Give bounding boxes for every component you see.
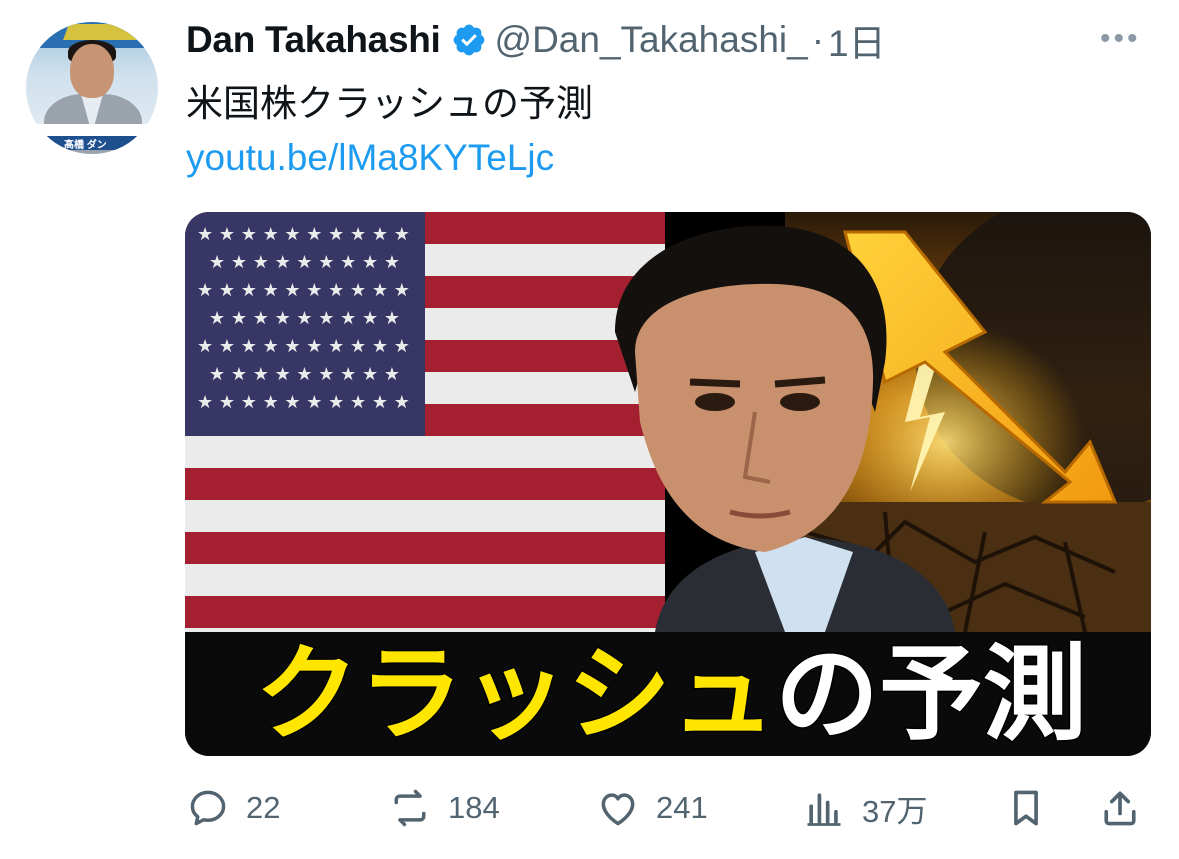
avatar-face [70,44,114,98]
verified-badge-icon [451,22,487,58]
avatar-caption-text: 髙橋 ダン [64,140,107,151]
views-count: 37万 [862,793,928,829]
headline-white: の予測 [775,633,1087,755]
headline-yellow: クラッシュ [255,633,775,755]
avatar-banner-accent [63,24,149,40]
heart-icon [601,793,635,826]
reply-icon [190,790,226,826]
share-button[interactable] [1098,780,1142,836]
tweet-header: Dan Takahashi @Dan_Takahashi_ · 1日 [186,18,886,64]
author-name[interactable]: Dan Takahashi [186,19,441,61]
us-flag: ★ ★ ★ ★ ★ ★ ★ ★ ★ ★ ★ ★ ★ ★ ★ ★ ★ ★ ★ ★ … [185,212,665,632]
share-icon [1104,791,1136,826]
svg-text:クラッシュの予測: クラッシュの予測 [255,633,1087,755]
tweet-actions: 22 184 241 37万 [186,780,1146,836]
reply-count: 22 [246,790,281,825]
more-options-icon[interactable]: ••• [1100,22,1141,56]
separator-dot: · [811,19,825,60]
repost-count: 184 [448,790,500,825]
tweet-link[interactable]: youtu.be/lMa8KYTeLjc [186,134,554,182]
views-icon [807,793,841,826]
author-handle[interactable]: @Dan_Takahashi_ [495,19,808,61]
bookmark-button[interactable] [1004,780,1048,836]
bookmark-icon [1014,790,1038,826]
views-button[interactable]: 37万 [802,780,927,836]
reply-button[interactable]: 22 [186,780,280,836]
repost-icon [394,789,426,827]
like-count: 241 [656,790,708,825]
timestamp[interactable]: 1日 [828,13,886,67]
tweet-text: 米国株クラッシュの予測 [186,83,593,124]
like-button[interactable]: 241 [596,780,708,836]
media-thumbnail[interactable]: ★ ★ ★ ★ ★ ★ ★ ★ ★ ★ ★ ★ ★ ★ ★ ★ ★ ★ ★ ★ … [185,212,1151,756]
repost-button[interactable]: 184 [388,780,500,836]
avatar[interactable]: 髙橋 ダン [26,22,158,154]
